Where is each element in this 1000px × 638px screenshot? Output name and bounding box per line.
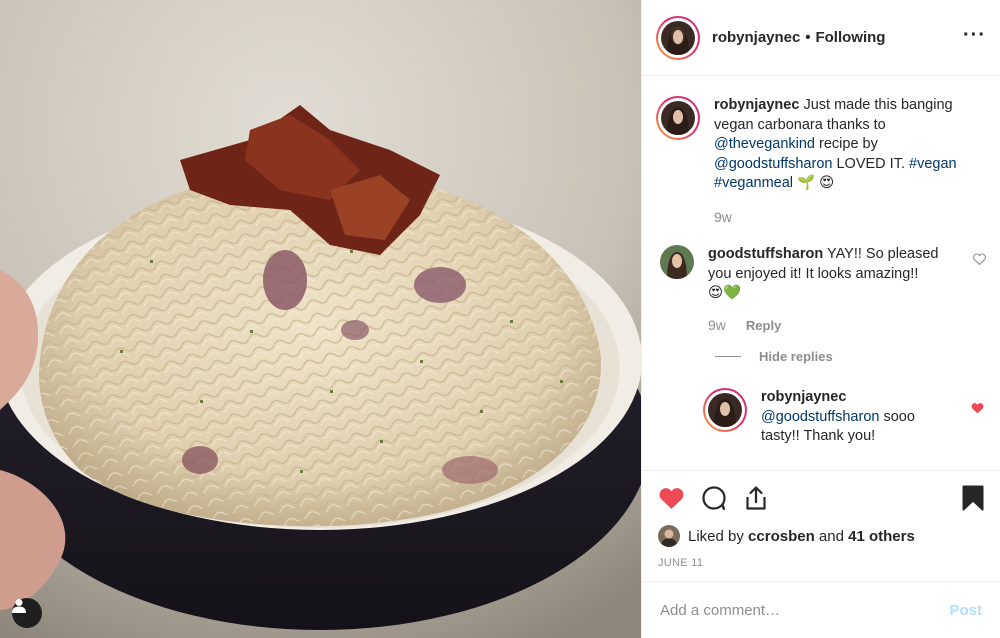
divider-line xyxy=(715,356,741,357)
caption-body-3: LOVED IT. xyxy=(836,155,905,172)
liked-by-prefix: Liked by xyxy=(688,527,744,545)
like-comment-heart-icon[interactable] xyxy=(973,253,986,269)
reply-username[interactable]: robynjaynec xyxy=(761,388,931,408)
caption: robynjaynec Just made this banging vegan… xyxy=(656,96,986,227)
comment-meta: 9w Reply xyxy=(708,316,958,336)
author-avatar[interactable] xyxy=(656,15,700,60)
comment-emoji: 😍💚 xyxy=(708,285,742,301)
following-button[interactable]: Following xyxy=(815,29,885,46)
comments-section: robynjaynec Just made this banging vegan… xyxy=(642,76,1000,470)
avatar-image xyxy=(661,20,695,55)
comment-bubble-icon[interactable] xyxy=(701,485,727,511)
liker-username[interactable]: ccrosben xyxy=(748,528,815,545)
author-username[interactable]: robynjaynec xyxy=(712,29,800,46)
post-actions: Liked by ccrosben and 41 others JUNE 11 xyxy=(642,470,1000,581)
caption-meta: 9w xyxy=(714,208,976,228)
comment-username[interactable]: goodstuffsharon xyxy=(708,246,823,262)
post-date[interactable]: JUNE 11 xyxy=(658,557,984,569)
commenter-avatar[interactable] xyxy=(660,245,694,279)
reply-author-avatar[interactable] xyxy=(703,388,747,432)
reply-button[interactable]: Reply xyxy=(746,316,781,336)
caption-text: robynjaynec Just made this banging vegan… xyxy=(714,96,976,227)
add-comment-bar: Post xyxy=(642,581,1000,638)
hide-replies-label: Hide replies xyxy=(759,349,833,364)
reply: robynjaynec @goodstuffsharon sooo tasty!… xyxy=(703,388,986,447)
comment-input[interactable] xyxy=(660,601,940,619)
caption-emoji: 🌱 😍 xyxy=(797,175,835,191)
caption-username[interactable]: robynjaynec xyxy=(714,97,799,113)
mention-link[interactable]: @thevegankind xyxy=(714,136,815,152)
tagged-users-button[interactable] xyxy=(12,598,42,628)
hashtag-link[interactable]: #vegan xyxy=(909,156,957,172)
like-heart-icon[interactable] xyxy=(658,486,685,510)
comment-age[interactable]: 9w xyxy=(708,316,726,336)
avatar-image xyxy=(661,101,695,135)
caption-author-avatar[interactable] xyxy=(656,96,700,140)
instagram-post: robynjaynec • Following ··· robynjaynec … xyxy=(0,0,1000,638)
likes-summary: Liked by ccrosben and 41 others xyxy=(658,525,984,547)
liked-reply-heart-icon[interactable] xyxy=(971,402,984,418)
separator-dot: • xyxy=(805,29,811,46)
user-icon xyxy=(12,599,26,613)
liker-avatar xyxy=(658,525,680,547)
post-photo[interactable] xyxy=(0,0,641,638)
avatar-image xyxy=(708,393,742,427)
mention-link[interactable]: @goodstuffsharon xyxy=(714,156,832,172)
hide-replies-button[interactable]: Hide replies xyxy=(715,349,986,364)
comment-text: goodstuffsharon YAY!! So pleased you enj… xyxy=(708,245,958,335)
pasta-bowl-image xyxy=(0,0,641,638)
save-bookmark-icon[interactable] xyxy=(962,485,984,511)
others-count-link[interactable]: 41 others xyxy=(848,528,915,545)
likes-joiner: and xyxy=(818,527,844,545)
caption-body-2: recipe by xyxy=(819,136,878,152)
more-options-icon[interactable]: ··· xyxy=(963,25,986,51)
hashtag-link[interactable]: #veganmeal xyxy=(714,175,793,191)
share-icon[interactable] xyxy=(743,485,769,511)
reply-text: robynjaynec @goodstuffsharon sooo tasty!… xyxy=(761,388,931,447)
action-icons xyxy=(658,483,984,513)
caption-age[interactable]: 9w xyxy=(714,208,732,228)
post-details-panel: robynjaynec • Following ··· robynjaynec … xyxy=(641,0,1000,638)
mention-link[interactable]: @goodstuffsharon xyxy=(761,409,879,425)
post-comment-button[interactable]: Post xyxy=(949,602,982,619)
avatar-image xyxy=(660,245,694,279)
post-header: robynjaynec • Following ··· xyxy=(642,0,1000,76)
comment: goodstuffsharon YAY!! So pleased you enj… xyxy=(656,245,986,335)
